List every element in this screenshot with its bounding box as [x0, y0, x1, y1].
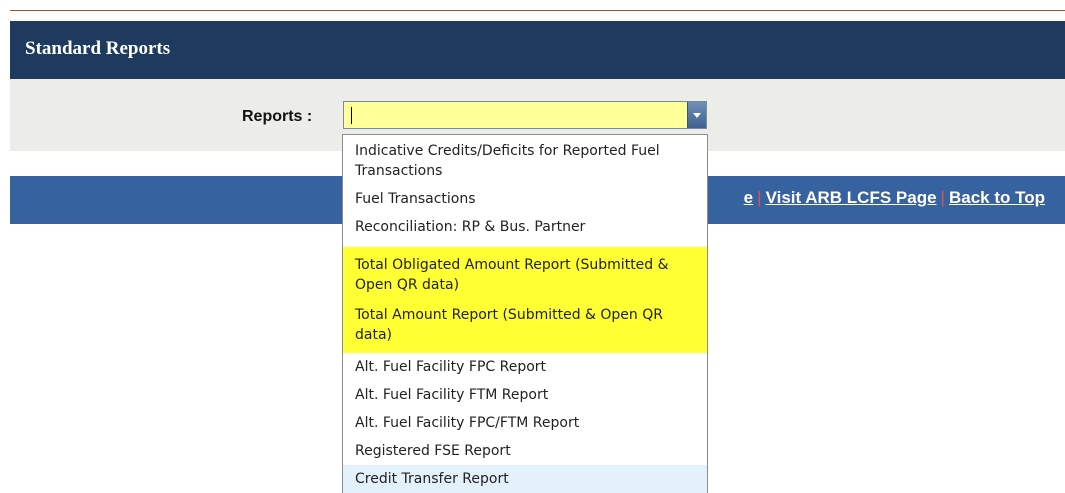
- text-cursor: [351, 107, 352, 124]
- reports-select[interactable]: [343, 101, 707, 129]
- visit-arb-lcfs-link[interactable]: Visit ARB LCFS Page: [766, 188, 937, 207]
- dropdown-option-highlighted[interactable]: Total Obligated Amount Report (Submitted…: [343, 247, 707, 301]
- dropdown-option[interactable]: Registered FSE Report: [343, 437, 707, 465]
- dropdown-option-highlighted[interactable]: Total Amount Report (Submitted & Open QR…: [343, 301, 707, 353]
- page-header: Standard Reports: [10, 21, 1065, 79]
- dropdown-option[interactable]: Alt. Fuel Facility FPC Report: [343, 353, 707, 381]
- back-to-top-link[interactable]: Back to Top: [949, 188, 1045, 207]
- dropdown-option[interactable]: Reconciliation: RP & Bus. Partner: [343, 213, 707, 241]
- dropdown-option[interactable]: Fuel Transactions: [343, 185, 707, 213]
- page-title: Standard Reports: [25, 38, 171, 59]
- reports-label: Reports :: [242, 108, 313, 125]
- footer-links: e | Visit ARB LCFS Page | Back to Top: [744, 188, 1045, 208]
- dropdown-option[interactable]: Alt. Fuel Facility FPC/FTM Report: [343, 409, 707, 437]
- reports-dropdown-list: Indicative Credits/Deficits for Reported…: [342, 134, 708, 493]
- link-separator: |: [757, 188, 762, 207]
- dropdown-option[interactable]: Alt. Fuel Facility FTM Report: [343, 381, 707, 409]
- dropdown-option[interactable]: Indicative Credits/Deficits for Reported…: [343, 135, 707, 185]
- dropdown-option-hovered[interactable]: Credit Transfer Report: [343, 465, 707, 493]
- top-divider: [10, 10, 1065, 11]
- chevron-down-icon[interactable]: [687, 102, 706, 128]
- footer-link-partial[interactable]: e: [744, 188, 753, 207]
- link-separator: |: [940, 188, 945, 207]
